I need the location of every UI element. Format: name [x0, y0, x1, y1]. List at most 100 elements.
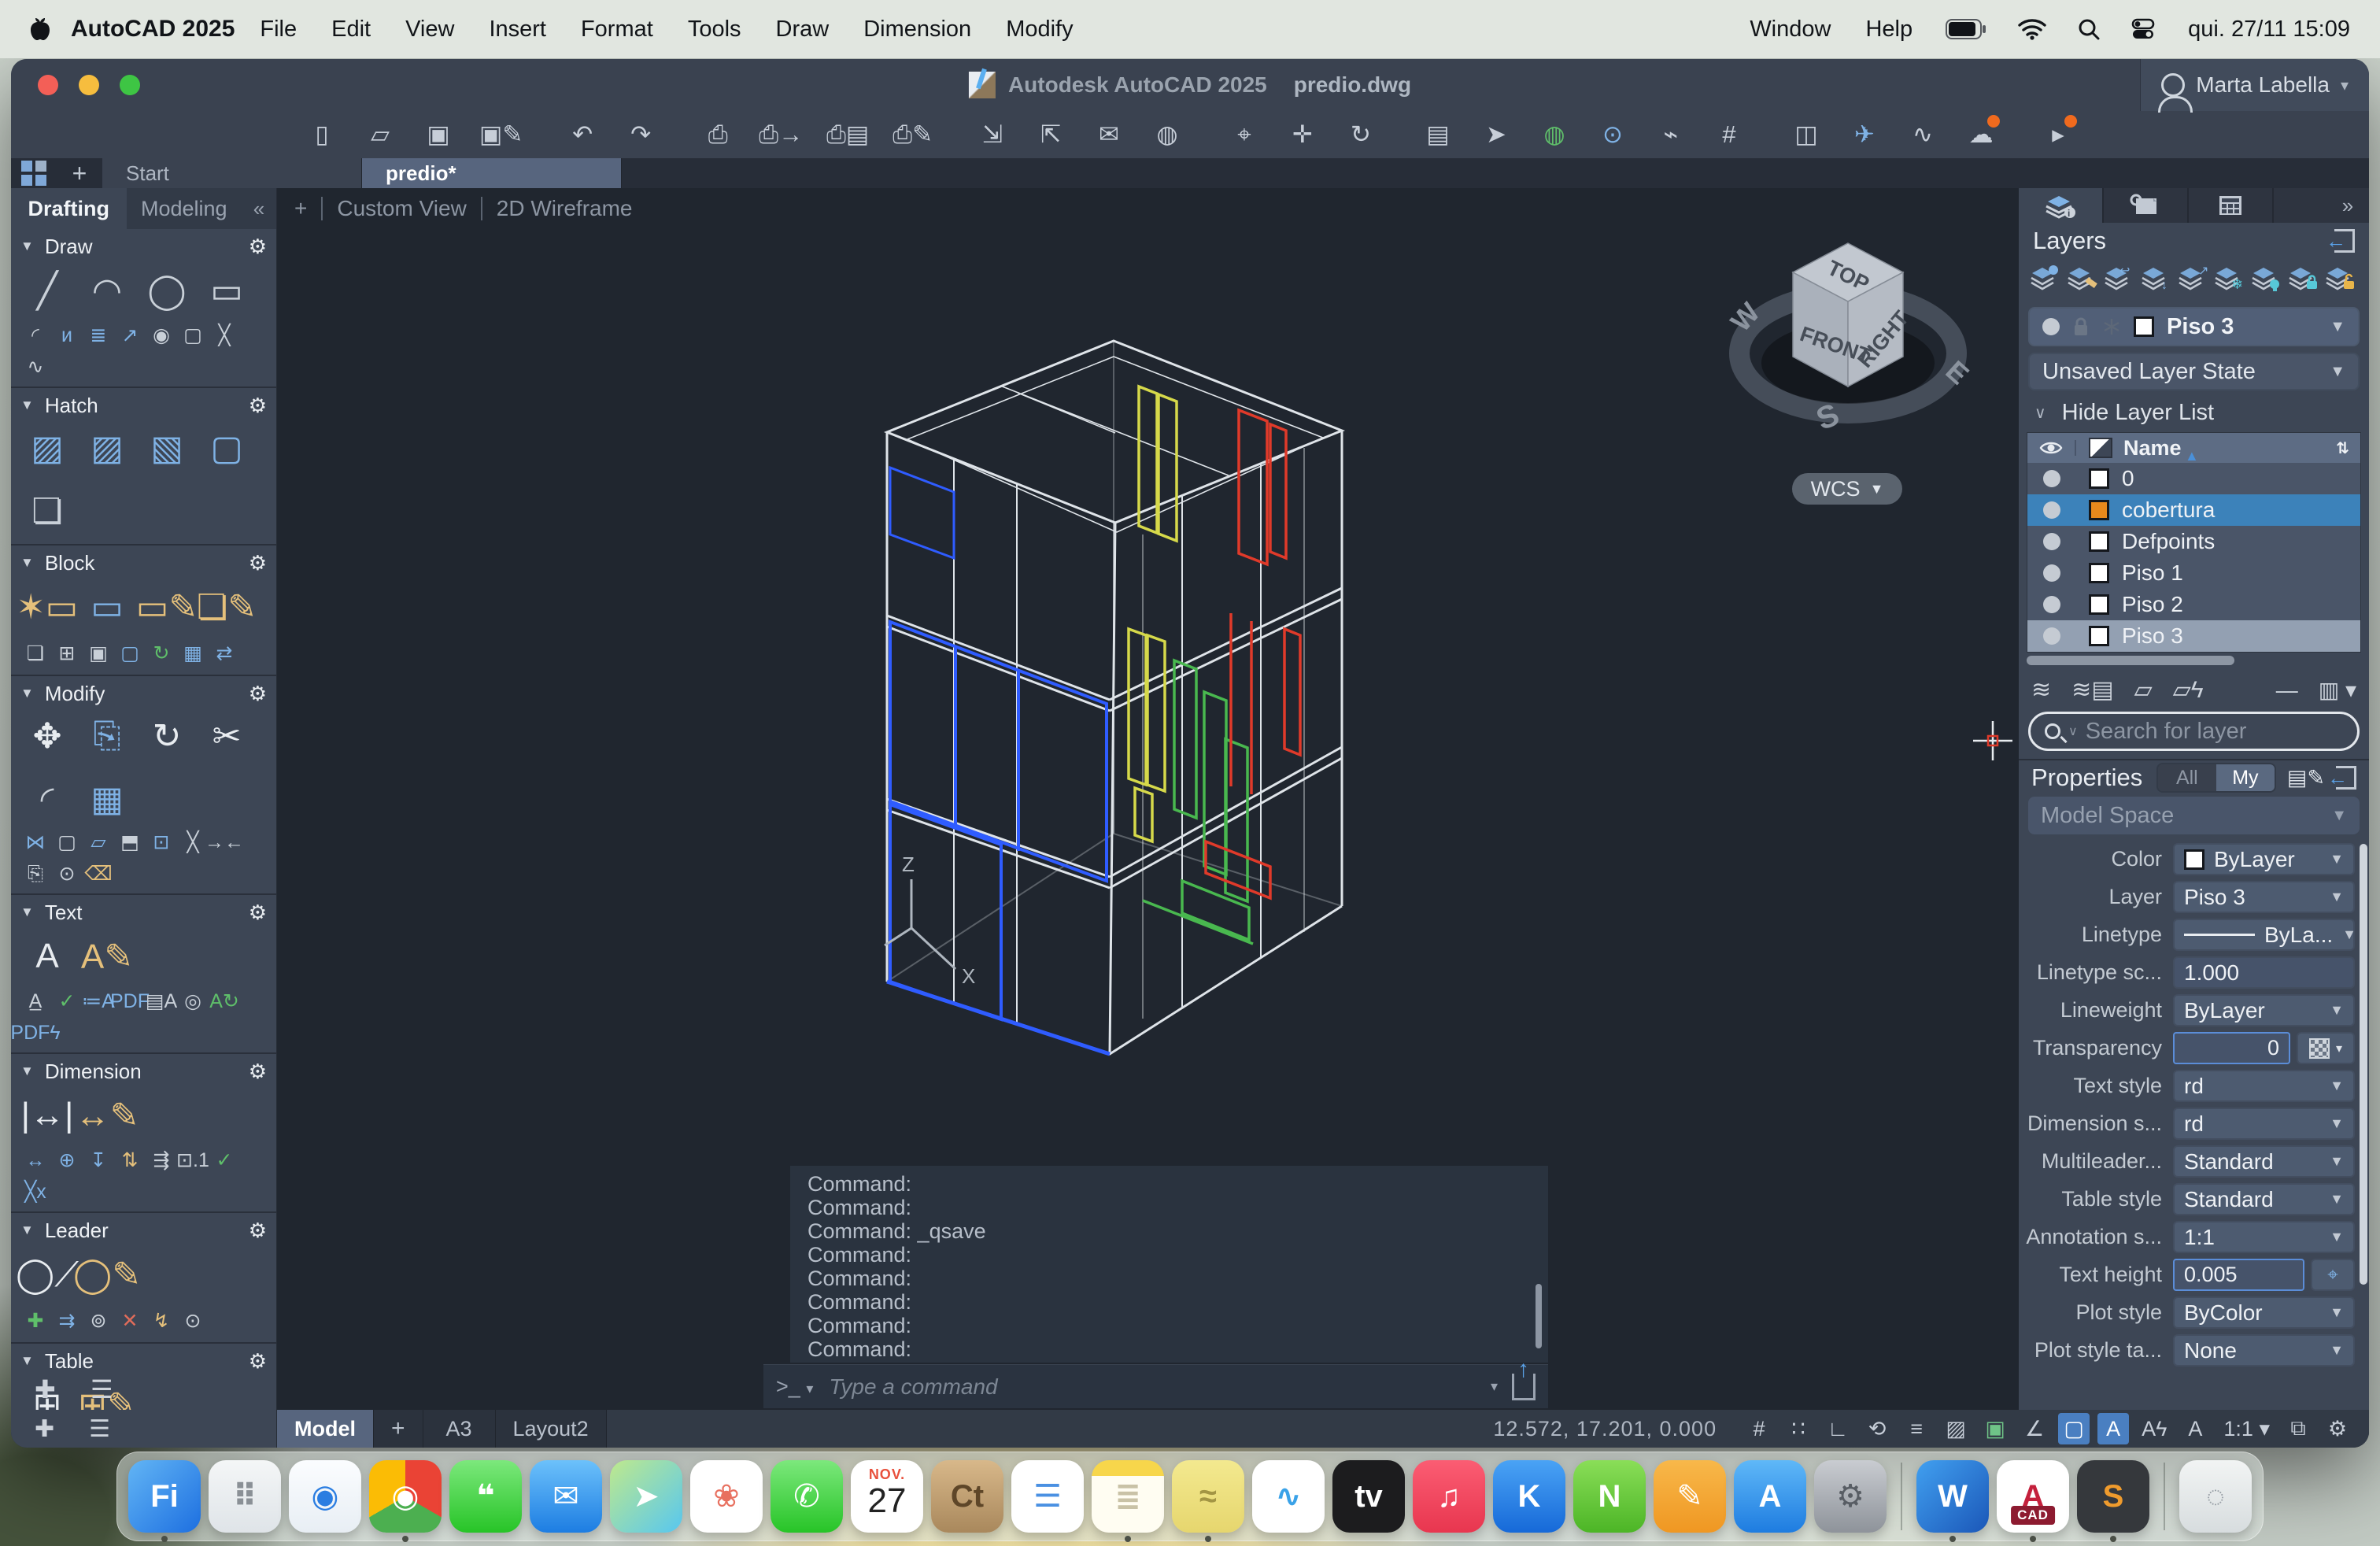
lineweight-display-toggle[interactable]: ≡	[1901, 1413, 1932, 1444]
gear-icon[interactable]: ⚙	[249, 1060, 267, 1084]
export-button[interactable]: ⇱	[1033, 117, 1068, 153]
save-button[interactable]: ▣	[421, 117, 456, 153]
property-value-text-style[interactable]: rd▼	[2173, 1070, 2355, 1102]
annotation-flash-toggle[interactable]: Aϟ	[2137, 1413, 2171, 1444]
apple-menu-icon[interactable]	[30, 17, 50, 42]
orbit-button[interactable]: ↻	[1343, 117, 1378, 153]
dock-system-settings[interactable]: ⚙	[1814, 1460, 1887, 1533]
dock-word[interactable]: W	[1916, 1460, 1989, 1533]
dimension-check-tool[interactable]: ✓	[209, 1145, 239, 1175]
grid-display-toggle[interactable]: #	[1743, 1413, 1775, 1444]
menu-insert[interactable]: Insert	[489, 17, 546, 43]
annotation-scale-toggle[interactable]: 1:1 ▾	[2219, 1413, 2275, 1444]
layer-row-Piso-2[interactable]: Piso 2	[2027, 589, 2360, 620]
dock-sublime-text[interactable]: S	[2077, 1460, 2149, 1533]
collapse-triangle-icon[interactable]: ▼	[20, 1063, 34, 1079]
xref-panel-tab[interactable]	[2104, 188, 2189, 223]
trim-tool[interactable]: ✂	[200, 708, 253, 764]
property-value-annotation-s-[interactable]: 1:1▼	[2173, 1221, 2355, 1253]
drawing-compare-button[interactable]: ◫	[1789, 117, 1824, 153]
dock-calendar[interactable]: NOV.27	[851, 1460, 923, 1533]
arc-3point-tool[interactable]: ◜	[20, 320, 50, 350]
columns-button[interactable]: ▥ ▾	[2319, 677, 2356, 703]
layer-row-cobertura[interactable]: cobertura	[2027, 494, 2360, 526]
create-block-tool[interactable]: ▭	[80, 579, 134, 635]
cloud-storage-button[interactable]: ☁	[1964, 117, 1998, 153]
menu-modify[interactable]: Modify	[1006, 17, 1073, 43]
new-layer-button[interactable]: ≋	[2031, 676, 2051, 704]
point-cloud-button[interactable]: ⊙	[1595, 117, 1630, 153]
layer-color-swatch[interactable]	[2089, 594, 2109, 615]
dock-music[interactable]: ♫	[1413, 1460, 1485, 1533]
multiline-tool[interactable]: ≣	[83, 320, 113, 350]
hatch-transparent-tool[interactable]: ▨	[80, 420, 134, 476]
dock-contacts[interactable]: Ct	[931, 1460, 1003, 1533]
write-block-tool[interactable]: ▣	[83, 638, 113, 668]
dock-stickies[interactable]: ≈	[1172, 1460, 1244, 1533]
edit-polyline-tool[interactable]: ⎘	[20, 859, 50, 889]
define-attribute-tool[interactable]: ❏	[20, 638, 50, 668]
rectangle-tool[interactable]: ▭	[200, 262, 253, 319]
dock-trash[interactable]: ◌	[2179, 1460, 2252, 1533]
line-tool[interactable]: ╱	[20, 262, 74, 319]
palette-collapse-button[interactable]: «	[242, 188, 276, 229]
insert-block-tool[interactable]: ✶▭	[20, 579, 74, 635]
boundary-tool[interactable]: ▢	[200, 420, 253, 476]
construction-line-tool[interactable]: ╳	[209, 320, 239, 350]
dock-freeform[interactable]: ∿	[1252, 1460, 1325, 1533]
count-button[interactable]: #	[1712, 117, 1746, 153]
layer-color-swatch[interactable]	[2089, 468, 2109, 489]
layer-color-swatch[interactable]	[2089, 500, 2109, 520]
jogged-dimension-tool[interactable]: ⇅	[115, 1145, 145, 1175]
layer-previous-button[interactable]: ↩	[2104, 264, 2137, 298]
fillet-tool[interactable]: ◜	[20, 771, 74, 827]
sheet-set-panel-tab[interactable]	[2189, 188, 2274, 223]
redo-button[interactable]: ↷	[623, 117, 658, 153]
isodraft-toggle[interactable]: ∠	[2019, 1413, 2050, 1444]
block-icon-update-tool[interactable]: ▦	[178, 638, 208, 668]
plot-style-edit-button[interactable]: ⎙✎	[893, 117, 933, 153]
dock-mail[interactable]: ✉	[530, 1460, 602, 1533]
collapse-triangle-icon[interactable]: ▼	[20, 398, 34, 413]
polar-tracking-toggle[interactable]: ⟲	[1861, 1413, 1893, 1444]
transparency-display-toggle[interactable]: ▨	[1940, 1413, 1972, 1444]
edit-attribute-tool[interactable]: ❏✎	[200, 579, 253, 635]
menu-draw[interactable]: Draw	[776, 17, 830, 43]
layers-panel-tab[interactable]: i	[2019, 188, 2104, 223]
menu-window[interactable]: Window	[1750, 17, 1831, 43]
dock-pages[interactable]: ✎	[1654, 1460, 1726, 1533]
property-value-color[interactable]: ByLayer▼	[2173, 843, 2355, 875]
continue-dimension-tool[interactable]: ⇶	[146, 1145, 176, 1175]
property-value-linetype[interactable]: ByLa...▼	[2173, 919, 2355, 951]
zoom-window-button[interactable]	[120, 75, 140, 95]
layer-list-hscrollbar[interactable]	[2027, 656, 2361, 671]
3d-align-tool[interactable]: ⬒	[115, 827, 145, 857]
close-window-button[interactable]	[38, 75, 58, 95]
property-value-layer[interactable]: Piso 3▼	[2173, 881, 2355, 913]
menu-edit[interactable]: Edit	[331, 17, 371, 43]
menu-clock[interactable]: qui. 27/11 15:09	[2188, 17, 2350, 43]
pdf-text-settings-tool[interactable]: PDFϟ	[20, 1018, 50, 1048]
battery-icon[interactable]	[1946, 19, 1986, 39]
break-tool[interactable]: ╳	[178, 827, 208, 857]
layer-row-Defpoints[interactable]: Defpoints	[2027, 526, 2360, 557]
panel-list-button[interactable]: ☰	[91, 1374, 113, 1404]
text-style-tool[interactable]: ≔A	[83, 986, 113, 1016]
remove-leader-tool[interactable]: ✕	[115, 1306, 145, 1336]
menu-file[interactable]: File	[260, 17, 297, 43]
pick-text-height-button[interactable]: ⌖	[2311, 1259, 2355, 1291]
copy-tool[interactable]: ⎘	[80, 708, 134, 764]
new-property-filter-button[interactable]: ▱ϟ	[2173, 676, 2204, 704]
document-tab-Start[interactable]: Start	[102, 158, 362, 188]
polyline-tool[interactable]: ᴎ	[52, 320, 82, 350]
sync-attributes-tool[interactable]: ↻	[146, 638, 176, 668]
txt-to-mtext-tool[interactable]: ▤A	[146, 986, 176, 1016]
minimize-window-button[interactable]	[79, 75, 99, 95]
view-cube[interactable]: W S E TOP FRONT RIGHT	[1718, 229, 1978, 473]
customize-toggle[interactable]: ⚙	[2322, 1413, 2353, 1444]
layer-isolate-button[interactable]: ↓	[2141, 264, 2174, 298]
panel-expand-button[interactable]: »	[2326, 188, 2369, 223]
transparency-pattern-dropdown[interactable]: ▾	[2297, 1032, 2355, 1064]
zoom-window-button[interactable]: ⌖	[1227, 117, 1262, 153]
dock-messages[interactable]: ❝	[449, 1460, 522, 1533]
